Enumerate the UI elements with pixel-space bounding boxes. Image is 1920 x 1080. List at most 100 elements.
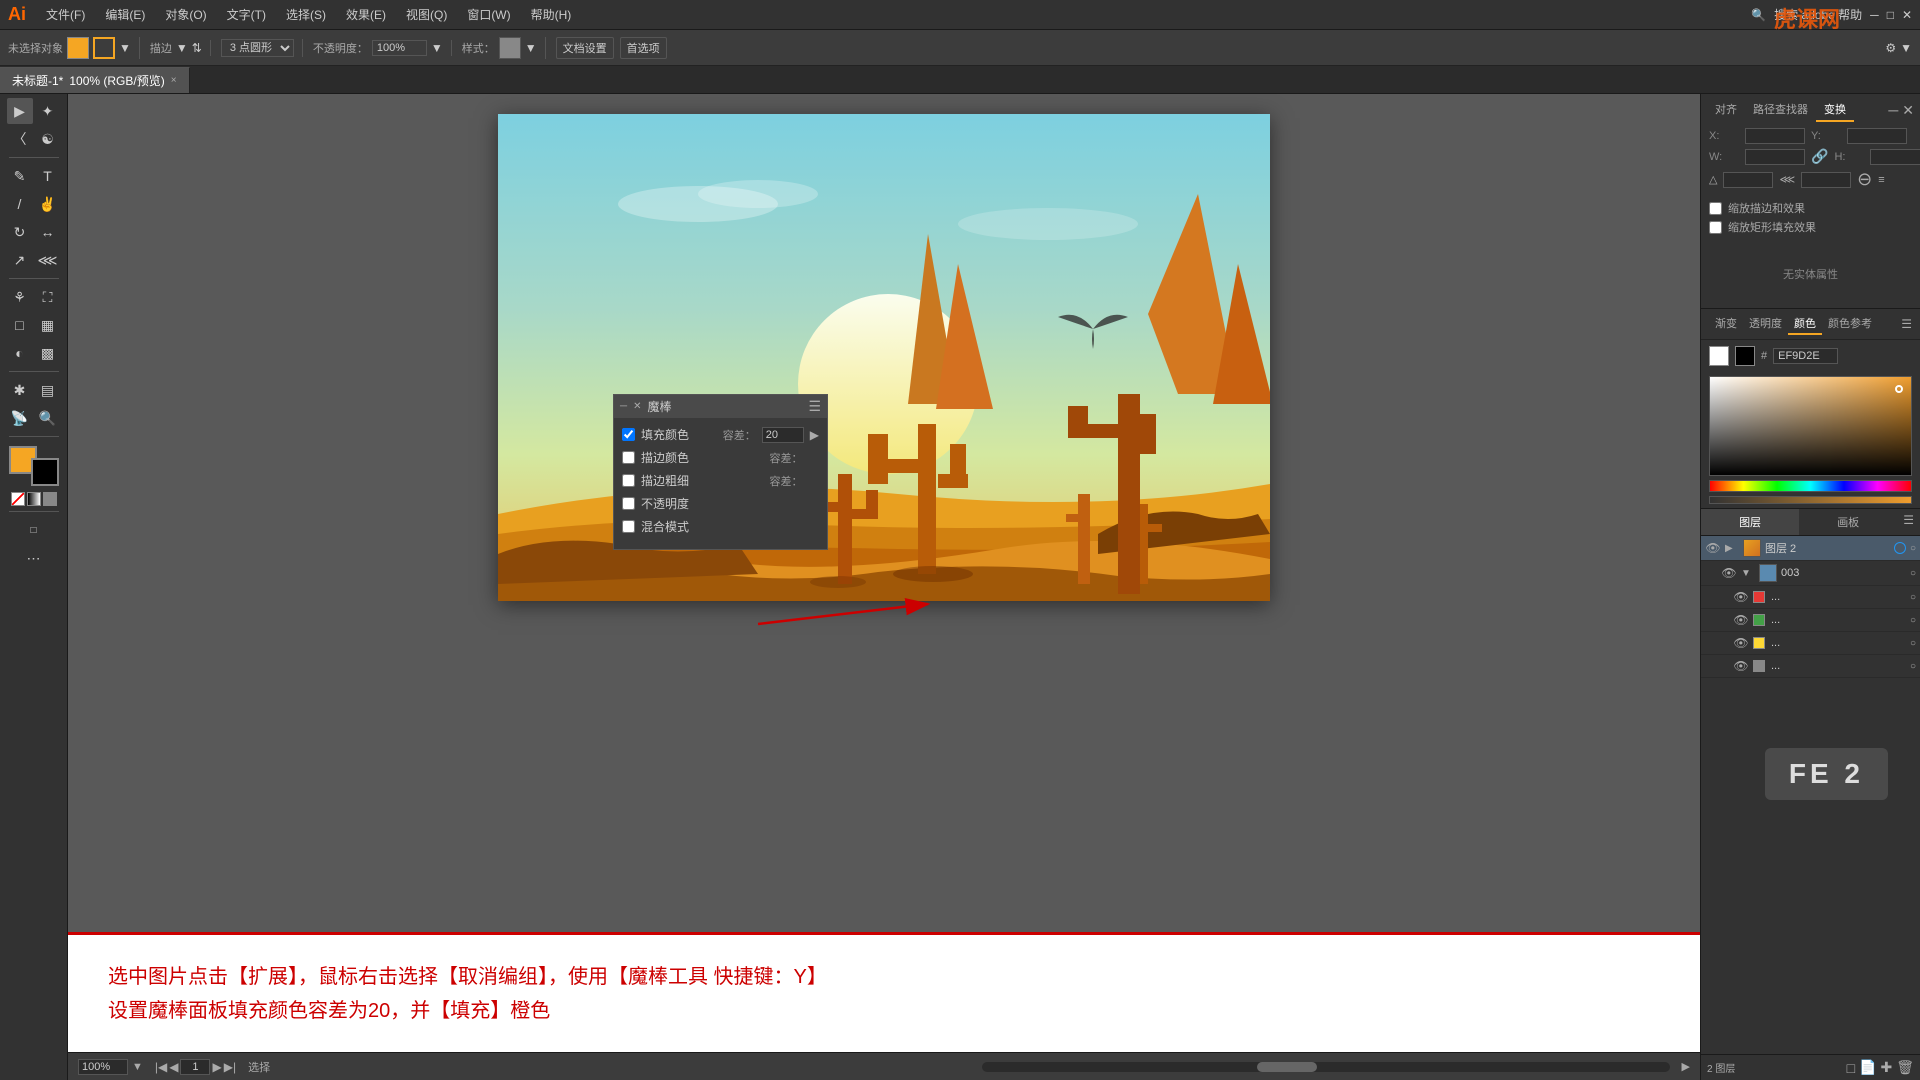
transform-tab[interactable]: 变换 bbox=[1816, 98, 1854, 122]
003-expand-icon[interactable]: ▼ bbox=[1741, 568, 1755, 579]
none-color[interactable] bbox=[11, 492, 25, 506]
delete-layer-btn[interactable]: 🗑 bbox=[1896, 1059, 1914, 1076]
window-minimize-icon[interactable]: ─ bbox=[1870, 8, 1879, 22]
menu-select[interactable]: 选择(S) bbox=[278, 4, 334, 25]
magic-select-btn[interactable]: ☯ bbox=[35, 126, 61, 152]
tab-close-btn[interactable]: × bbox=[171, 75, 177, 86]
scrollbar-thumb[interactable] bbox=[1257, 1062, 1317, 1072]
lasso-tool-btn[interactable]: 〈 bbox=[7, 126, 33, 152]
x-input[interactable] bbox=[1745, 128, 1805, 144]
fill-color-checkbox[interactable] bbox=[622, 428, 635, 441]
background-color[interactable] bbox=[31, 458, 59, 486]
link-icon[interactable]: 🔗 bbox=[1811, 148, 1828, 165]
scale-tool-btn[interactable]: ↗ bbox=[7, 247, 33, 273]
toolbar-opacity-input[interactable] bbox=[372, 40, 427, 56]
tolerance-input[interactable] bbox=[762, 427, 804, 443]
layer-item-003[interactable]: 👁 ▼ 003 ○ bbox=[1701, 561, 1920, 586]
window-maximize-icon[interactable]: □ bbox=[1887, 8, 1894, 22]
toolbar-icon-arrange[interactable]: ⚙ bbox=[1885, 41, 1896, 55]
menu-effect[interactable]: 效果(E) bbox=[338, 4, 394, 25]
toolbar-stroke-preview[interactable] bbox=[93, 37, 115, 59]
menu-object[interactable]: 对象(O) bbox=[157, 4, 214, 25]
canvas-scroll[interactable]: ─ ✕ 魔棒 ☰ 填充颜色 容差： ▶ bbox=[68, 94, 1700, 932]
menu-type[interactable]: 文字(T) bbox=[219, 4, 274, 25]
menu-window[interactable]: 窗口(W) bbox=[459, 4, 518, 25]
toolbar-fill-color[interactable] bbox=[67, 37, 89, 59]
red-item-visibility[interactable]: 👁 bbox=[1733, 589, 1749, 605]
toolbar-brush-arrows[interactable]: ⇅ bbox=[192, 41, 202, 55]
menu-help[interactable]: 帮助(H) bbox=[523, 4, 580, 25]
opacity-checkbox[interactable] bbox=[622, 497, 635, 510]
window-close-icon[interactable]: ✕ bbox=[1902, 8, 1912, 22]
green-item-target[interactable]: ○ bbox=[1910, 615, 1916, 626]
h-input[interactable] bbox=[1870, 149, 1920, 165]
gradient-tool-btn[interactable]: ◐ bbox=[7, 340, 33, 366]
blend-mode-checkbox[interactable] bbox=[622, 520, 635, 533]
layers-tab-btn[interactable]: 图层 bbox=[1701, 509, 1799, 535]
bar-chart-btn[interactable]: ▩ bbox=[35, 340, 61, 366]
color-tab-active[interactable]: 颜色 bbox=[1788, 313, 1822, 335]
toolbar-style-dropdown-icon[interactable]: ▼ bbox=[525, 41, 537, 55]
page-input[interactable] bbox=[180, 1059, 210, 1075]
align-tab[interactable]: 对齐 bbox=[1707, 98, 1745, 122]
toolbar-preferences-btn[interactable]: 首选项 bbox=[620, 37, 667, 59]
layer2-visibility-icon[interactable]: 👁 bbox=[1705, 540, 1721, 556]
layer-item-yellow[interactable]: 👁 ... ○ bbox=[1701, 632, 1920, 655]
y-input[interactable] bbox=[1847, 128, 1907, 144]
003-visibility-icon[interactable]: 👁 bbox=[1721, 565, 1737, 581]
magic-panel-titlebar[interactable]: ─ ✕ 魔棒 ☰ bbox=[614, 395, 827, 418]
magic-panel-minimize-btn[interactable]: ─ bbox=[620, 401, 627, 412]
blob-brush-btn[interactable]: ✌ bbox=[35, 191, 61, 217]
zoom-tool-btn[interactable]: 🔍 bbox=[35, 405, 61, 431]
text-tool-btn[interactable]: T bbox=[35, 163, 61, 189]
page-first-btn[interactable]: |◀ bbox=[155, 1060, 167, 1074]
menu-file[interactable]: 文件(F) bbox=[38, 4, 93, 25]
panel-minimize-btn[interactable]: ─ bbox=[1888, 102, 1898, 119]
w-input[interactable] bbox=[1745, 149, 1805, 165]
toolbar-brush-dropdown-icon[interactable]: ▼ bbox=[176, 41, 188, 55]
yellow-item-visibility[interactable]: 👁 bbox=[1733, 635, 1749, 651]
toolbar-icon-more[interactable]: ▼ bbox=[1900, 41, 1912, 55]
gradient-swatch[interactable] bbox=[27, 492, 41, 506]
document-tab[interactable]: 未标题-1* 100% (RGB/预览) × bbox=[0, 67, 190, 93]
pathfinder-tab[interactable]: 路径查找器 bbox=[1745, 98, 1816, 122]
scroll-right-btn[interactable]: ▶ bbox=[1682, 1060, 1690, 1073]
opacity-slider[interactable] bbox=[1709, 496, 1912, 504]
layers-panel-menu[interactable]: ☰ bbox=[1897, 509, 1920, 535]
shear-input[interactable] bbox=[1801, 172, 1851, 188]
hue-slider[interactable] bbox=[1709, 480, 1912, 492]
shear-tool-btn[interactable]: ⋘ bbox=[35, 247, 61, 273]
page-last-btn[interactable]: ▶| bbox=[224, 1060, 236, 1074]
zoom-dropdown-icon[interactable]: ▼ bbox=[132, 1061, 143, 1073]
horizontal-scrollbar[interactable] bbox=[982, 1062, 1670, 1072]
green-item-visibility[interactable]: 👁 bbox=[1733, 612, 1749, 628]
eyedropper-btn[interactable]: 📡 bbox=[7, 405, 33, 431]
color-reference-tab[interactable]: 颜色参考 bbox=[1822, 313, 1878, 335]
layer2-target[interactable] bbox=[1894, 542, 1906, 554]
layer-item-gray[interactable]: 👁 ... ○ bbox=[1701, 655, 1920, 678]
selection-tool-btn[interactable]: ▶ bbox=[7, 98, 33, 124]
menu-view[interactable]: 视图(Q) bbox=[398, 4, 455, 25]
layer-item-layer2[interactable]: 👁 ▶ 图层 2 ○ bbox=[1701, 536, 1920, 561]
layer-item-red[interactable]: 👁 ... ○ bbox=[1701, 586, 1920, 609]
transform-options-btn[interactable]: ≡ bbox=[1878, 174, 1884, 186]
warp-tool-btn[interactable]: ⚘ bbox=[7, 284, 33, 310]
mesh-tool-btn[interactable]: ▦ bbox=[35, 312, 61, 338]
white-swatch[interactable] bbox=[1709, 346, 1729, 366]
create-sublayer-btn[interactable]: 📄 bbox=[1859, 1059, 1876, 1076]
panel-close-btn[interactable]: ✕ bbox=[1902, 102, 1914, 119]
brush-tool-btn[interactable]: / bbox=[7, 191, 33, 217]
edit-mode-btn[interactable]: □ bbox=[21, 517, 47, 543]
pattern-swatch[interactable] bbox=[43, 492, 57, 506]
tolerance-expand-btn[interactable]: ▶ bbox=[810, 428, 819, 442]
gray-item-visibility[interactable]: 👁 bbox=[1733, 658, 1749, 674]
toolbar-opacity-dropdown-icon[interactable]: ▼ bbox=[431, 41, 443, 55]
003-target[interactable]: ○ bbox=[1910, 568, 1916, 579]
pen-tool-btn[interactable]: ✎ bbox=[7, 163, 33, 189]
gray-item-target[interactable]: ○ bbox=[1910, 661, 1916, 672]
reflect-tool-btn[interactable]: ↔ bbox=[35, 219, 61, 245]
color-panel-menu[interactable]: ☰ bbox=[1901, 317, 1912, 331]
scale-corners-checkbox[interactable] bbox=[1709, 221, 1722, 234]
create-layer-btn[interactable]: ✚ bbox=[1880, 1059, 1892, 1076]
color-gradient-picker[interactable] bbox=[1709, 376, 1912, 476]
